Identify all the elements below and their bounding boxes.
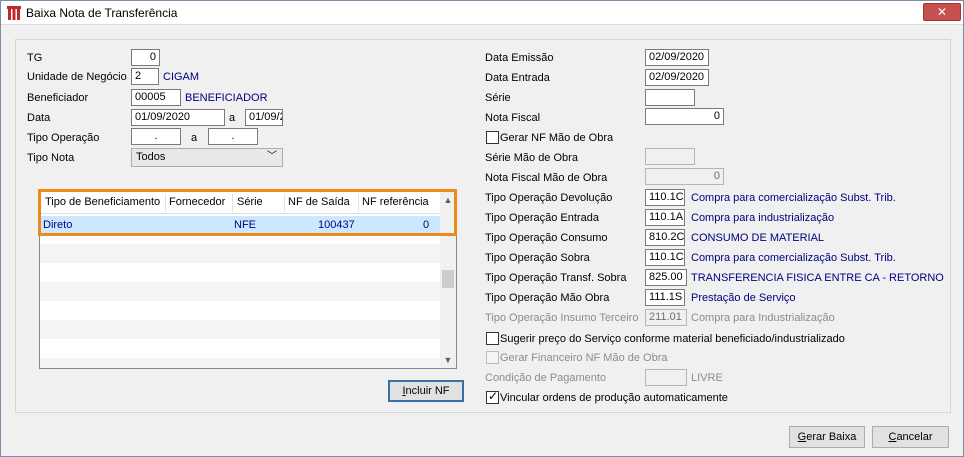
gerar-nf-mao-obra-label: Gerar NF Mão de Obra	[500, 132, 614, 144]
dialog-window: Baixa Nota de Transferência ✕ TG 0 Unida…	[0, 0, 964, 457]
tg-field[interactable]: 0	[131, 49, 160, 66]
data-separator: a	[229, 112, 236, 124]
nota-fiscal-field[interactable]: 0	[645, 108, 724, 125]
tipo-nota-label: Tipo Nota	[27, 152, 75, 164]
op-transf-sobra-field[interactable]: 825.00	[645, 269, 687, 286]
close-button[interactable]: ✕	[923, 3, 961, 21]
empty-row	[40, 282, 440, 301]
cancelar-label: ancelar	[896, 431, 933, 443]
unidade-negocio-label: Unidade de Negócio	[27, 71, 127, 83]
beneficiador-label: Beneficiador	[27, 92, 89, 104]
beneficiador-field[interactable]: 00005	[131, 89, 181, 106]
serie-label: Série	[485, 92, 511, 104]
op-insumo-terceiro-label: Tipo Operação Insumo Terceiro	[485, 312, 639, 324]
nota-fiscal-mao-obra-label: Nota Fiscal Mão de Obra	[485, 172, 608, 184]
window-title: Baixa Nota de Transferência	[26, 6, 178, 20]
serie-mao-obra-field	[645, 148, 695, 165]
op-mao-obra-field[interactable]: 111.1S	[645, 289, 685, 306]
op-insumo-terceiro-desc: Compra para Industrialização	[691, 312, 835, 324]
condicao-pagamento-field	[645, 369, 687, 386]
gerar-baixa-label: erar Baixa	[806, 431, 857, 443]
cancelar-button[interactable]: Cancelar	[872, 426, 949, 448]
gerar-financeiro-checkbox	[486, 351, 499, 364]
nota-fiscal-label: Nota Fiscal	[485, 112, 541, 124]
tipo-operacao-from-field[interactable]: .	[131, 128, 181, 145]
op-consumo-field[interactable]: 810.2C	[645, 229, 685, 246]
tipo-nota-value: Todos	[136, 151, 166, 163]
op-sobra-label: Tipo Operação Sobra	[485, 252, 590, 264]
serie-field[interactable]	[645, 89, 695, 106]
op-sobra-desc: Compra para comercialização Subst. Trib.	[691, 252, 896, 264]
tipo-nota-select[interactable]: Todos ﹀	[131, 148, 283, 167]
serie-mao-obra-label: Série Mão de Obra	[485, 152, 578, 164]
condicao-pagamento-label: Condição de Pagamento	[485, 372, 607, 384]
unidade-negocio-field[interactable]: 2	[131, 68, 159, 85]
op-mao-obra-label: Tipo Operação Mão Obra	[485, 292, 610, 304]
checkmark-icon: ✓	[488, 389, 499, 403]
row-highlight-annotation	[38, 189, 457, 236]
sugerir-preco-checkbox[interactable]	[486, 332, 499, 345]
data-entrada-label: Data Entrada	[485, 72, 550, 84]
op-devolucao-field[interactable]: 110.1C	[645, 189, 685, 206]
app-logo-icon	[7, 6, 21, 20]
op-sobra-field[interactable]: 110.1C	[645, 249, 685, 266]
op-consumo-label: Tipo Operação Consumo	[485, 232, 608, 244]
data-from-field[interactable]: 01/09/2020	[131, 109, 225, 126]
data-entrada-field[interactable]: 02/09/2020	[645, 69, 709, 86]
data-to-field[interactable]: 01/09/2020	[245, 109, 283, 126]
incluir-nf-button[interactable]: Incluir NF	[388, 380, 464, 402]
op-entrada-label: Tipo Operação Entrada	[485, 212, 599, 224]
vincular-ordens-label: Vincular ordens de produção automaticame…	[500, 392, 728, 404]
empty-row	[40, 358, 440, 368]
gerar-financeiro-label: Gerar Financeiro NF Mão de Obra	[500, 352, 668, 364]
nota-fiscal-mao-obra-field: 0	[645, 168, 724, 185]
chevron-down-icon: ﹀	[267, 151, 277, 162]
tipo-operacao-label: Tipo Operação	[27, 132, 100, 144]
empty-row	[40, 244, 440, 263]
op-insumo-terceiro-field: 211.01	[645, 309, 687, 326]
beneficiador-name: BENEFICIADOR	[185, 92, 268, 104]
incluir-nf-label: ncluir NF	[405, 385, 450, 397]
unidade-negocio-name: CIGAM	[163, 71, 200, 83]
gerar-baixa-mnemonic: G	[797, 431, 807, 443]
op-transf-sobra-label: Tipo Operação Transf. Sobra	[485, 272, 627, 284]
op-entrada-desc: Compra para industrialização	[691, 212, 835, 224]
op-devolucao-desc: Compra para comercialização Subst. Trib.	[691, 192, 896, 204]
title-bar: Baixa Nota de Transferência ✕	[1, 1, 963, 25]
data-emissao-field[interactable]: 02/09/2020	[645, 49, 709, 66]
op-devolucao-label: Tipo Operação Devolução	[485, 192, 613, 204]
tg-label: TG	[27, 52, 43, 64]
gerar-nf-mao-obra-checkbox[interactable]	[486, 131, 499, 144]
data-label: Data	[27, 112, 51, 124]
tipo-operacao-separator: a	[191, 132, 198, 144]
sugerir-preco-label: Sugerir preço do Serviço conforme materi…	[500, 333, 845, 345]
data-emissao-label: Data Emissão	[485, 52, 554, 64]
op-mao-obra-desc: Prestação de Serviço	[691, 292, 796, 304]
op-entrada-field[interactable]: 110.1A	[645, 209, 685, 226]
empty-row	[40, 320, 440, 339]
tipo-operacao-to-field[interactable]: .	[208, 128, 258, 145]
op-transf-sobra-desc: TRANSFERENCIA FISICA ENTRE CA - RETORNO	[691, 272, 944, 284]
condicao-pagamento-desc: LIVRE	[691, 372, 723, 384]
op-consumo-desc: CONSUMO DE MATERIAL	[691, 232, 825, 244]
scroll-thumb[interactable]	[442, 270, 454, 288]
vincular-ordens-checkbox[interactable]: ✓	[486, 389, 499, 404]
scroll-down-icon[interactable]: ▼	[440, 352, 456, 368]
gerar-baixa-button[interactable]: Gerar Baixa	[789, 426, 865, 448]
